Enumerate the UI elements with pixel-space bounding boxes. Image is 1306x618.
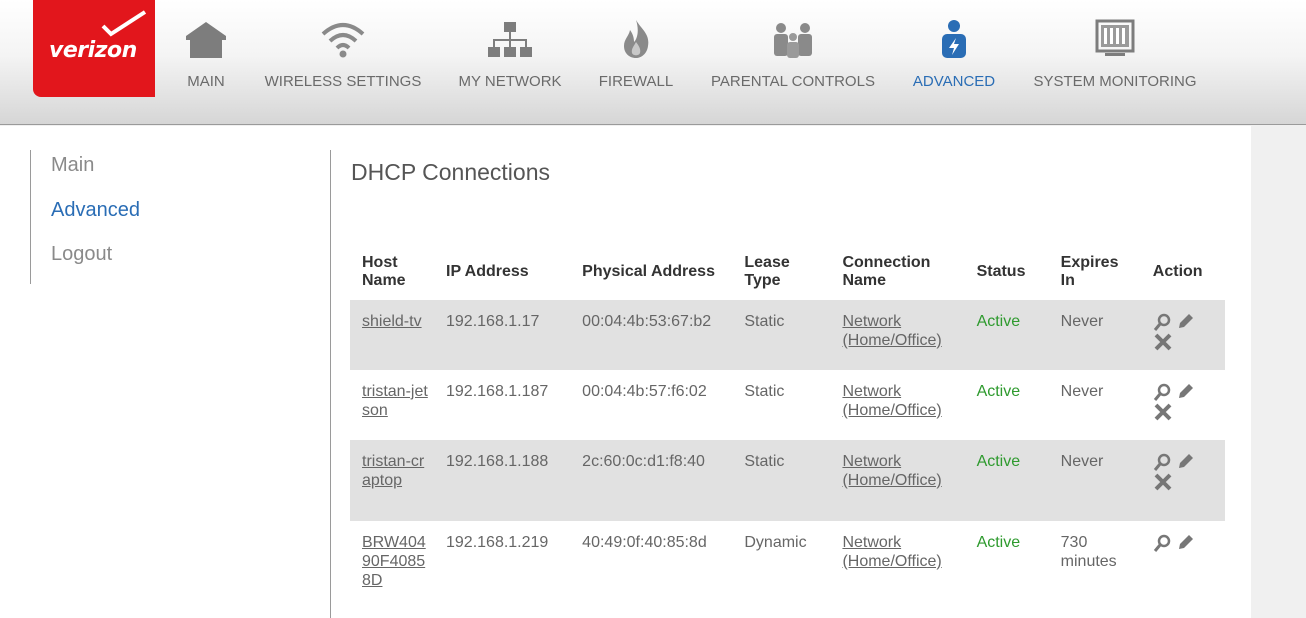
edit-icon[interactable] [1175,533,1195,553]
dhcp-connections-table: Host Name IP Address Physical Address Le… [350,244,1225,618]
lease-type: Static [744,383,785,400]
connection-name-link[interactable]: Network (Home/Office) [842,534,941,570]
col-expires-in: Expires In [1060,254,1119,289]
nav-advanced[interactable]: ADVANCED [906,0,1002,125]
lease-type: Static [732,440,831,521]
nav-label: ADVANCED [912,73,996,90]
sidebar-item-main[interactable]: Main [51,154,94,177]
action-cell [1141,521,1225,618]
action-cell [1140,440,1225,521]
col-host-name: Host Name [362,254,406,289]
edit-icon[interactable] [1175,382,1195,402]
nav-label: PARENTAL CONTROLS [711,73,875,90]
family-icon [774,23,812,58]
brand-name: verizon [49,38,137,63]
edit-icon[interactable] [1175,312,1195,332]
nav-parental-controls[interactable]: PARENTAL CONTROLS [704,0,882,125]
nav-label: FIREWALL [598,73,674,90]
table-header-row: Host Name IP Address Physical Address Le… [350,244,1225,300]
nav-label: MAIN [187,73,225,90]
view-icon[interactable] [1153,452,1173,472]
wifi-icon [321,23,365,58]
view-icon[interactable] [1153,533,1173,553]
expires-in: Never [1048,440,1141,521]
top-nav-bar: verizon MAIN WIRELESS SETTINGS MY NETWOR… [0,0,1306,125]
view-icon[interactable] [1153,312,1173,332]
connection-name-link[interactable]: Network (Home/Office) [842,383,941,419]
content-area: Main Advanced Logout DHCP Connections Ho… [0,126,1251,618]
nav-system-monitoring[interactable]: SYSTEM MONITORING [1026,0,1204,125]
action-cell [1141,370,1225,440]
host-name-link[interactable]: shield-tv [362,312,428,331]
status-badge: Active [964,300,1049,370]
delete-icon[interactable] [1153,402,1173,422]
table-row: tristan-jetson 192.168.1.187 00:04:4b:57… [350,370,1225,440]
network-icon [488,22,532,57]
page-title: DHCP Connections [351,159,551,185]
expires-in: Never [1048,300,1141,370]
ip-address: 192.168.1.188 [434,440,571,521]
status-badge: Active [964,440,1049,521]
nav-wireless-settings[interactable]: WIRELESS SETTINGS [258,0,428,125]
delete-icon[interactable] [1153,472,1173,492]
sidebar: Main Advanced Logout [30,150,310,284]
expires-in: 730 minutes [1060,534,1117,570]
action-cell [1140,300,1225,370]
advanced-user-icon [942,20,966,58]
checkmark-icon [101,10,147,37]
host-name-link[interactable]: tristan-jetson [362,382,428,420]
nav-label: WIRELESS SETTINGS [264,73,422,90]
edit-icon[interactable] [1175,452,1195,472]
monitor-icon [1095,19,1135,56]
nav-my-network[interactable]: MY NETWORK [452,0,568,125]
physical-address: 2c:60:0c:d1:f8:40 [570,440,733,521]
col-lease-type: Lease Type [744,254,790,289]
expires-in: Never [1060,383,1104,400]
col-action: Action [1152,263,1203,280]
status-badge: Active [976,534,1021,551]
house-icon [186,22,226,58]
table-row: tristan-craptop 192.168.1.188 2c:60:0c:d… [350,440,1225,521]
col-connection-name: Connection Name [842,254,931,289]
sidebar-item-logout[interactable]: Logout [51,243,112,266]
view-icon[interactable] [1153,382,1173,402]
nav-main[interactable]: MAIN [170,0,242,125]
flame-icon [624,20,649,58]
physical-address: 00:04:4b:57:f6:02 [582,383,707,400]
host-name-link[interactable]: BRW40490F40858D [362,533,428,590]
table-row: BRW40490F40858D 192.168.1.219 40:49:0f:4… [350,521,1225,618]
vertical-divider [330,150,331,618]
col-status: Status [976,263,1026,280]
lease-type: Dynamic [744,534,807,551]
status-badge: Active [976,383,1021,400]
nav-firewall[interactable]: FIREWALL [592,0,680,125]
nav-label: SYSTEM MONITORING [1033,73,1197,90]
ip-address: 192.168.1.187 [446,383,549,400]
verizon-logo[interactable]: verizon [33,0,155,97]
col-physical-address: Physical Address [582,263,715,280]
connection-name-link[interactable]: Network (Home/Office) [842,313,941,349]
nav-label: MY NETWORK [458,73,562,90]
host-name-link[interactable]: tristan-craptop [362,452,428,490]
connection-name-link[interactable]: Network (Home/Office) [842,453,941,489]
lease-type: Static [732,300,831,370]
physical-address: 40:49:0f:40:85:8d [582,534,707,551]
sidebar-item-advanced[interactable]: Advanced [51,199,140,222]
table-row: shield-tv 192.168.1.17 00:04:4b:53:67:b2… [350,300,1225,370]
physical-address: 00:04:4b:53:67:b2 [570,300,733,370]
ip-address: 192.168.1.17 [434,300,571,370]
delete-icon[interactable] [1153,332,1173,352]
ip-address: 192.168.1.219 [446,534,549,551]
col-ip-address: IP Address [446,263,529,280]
